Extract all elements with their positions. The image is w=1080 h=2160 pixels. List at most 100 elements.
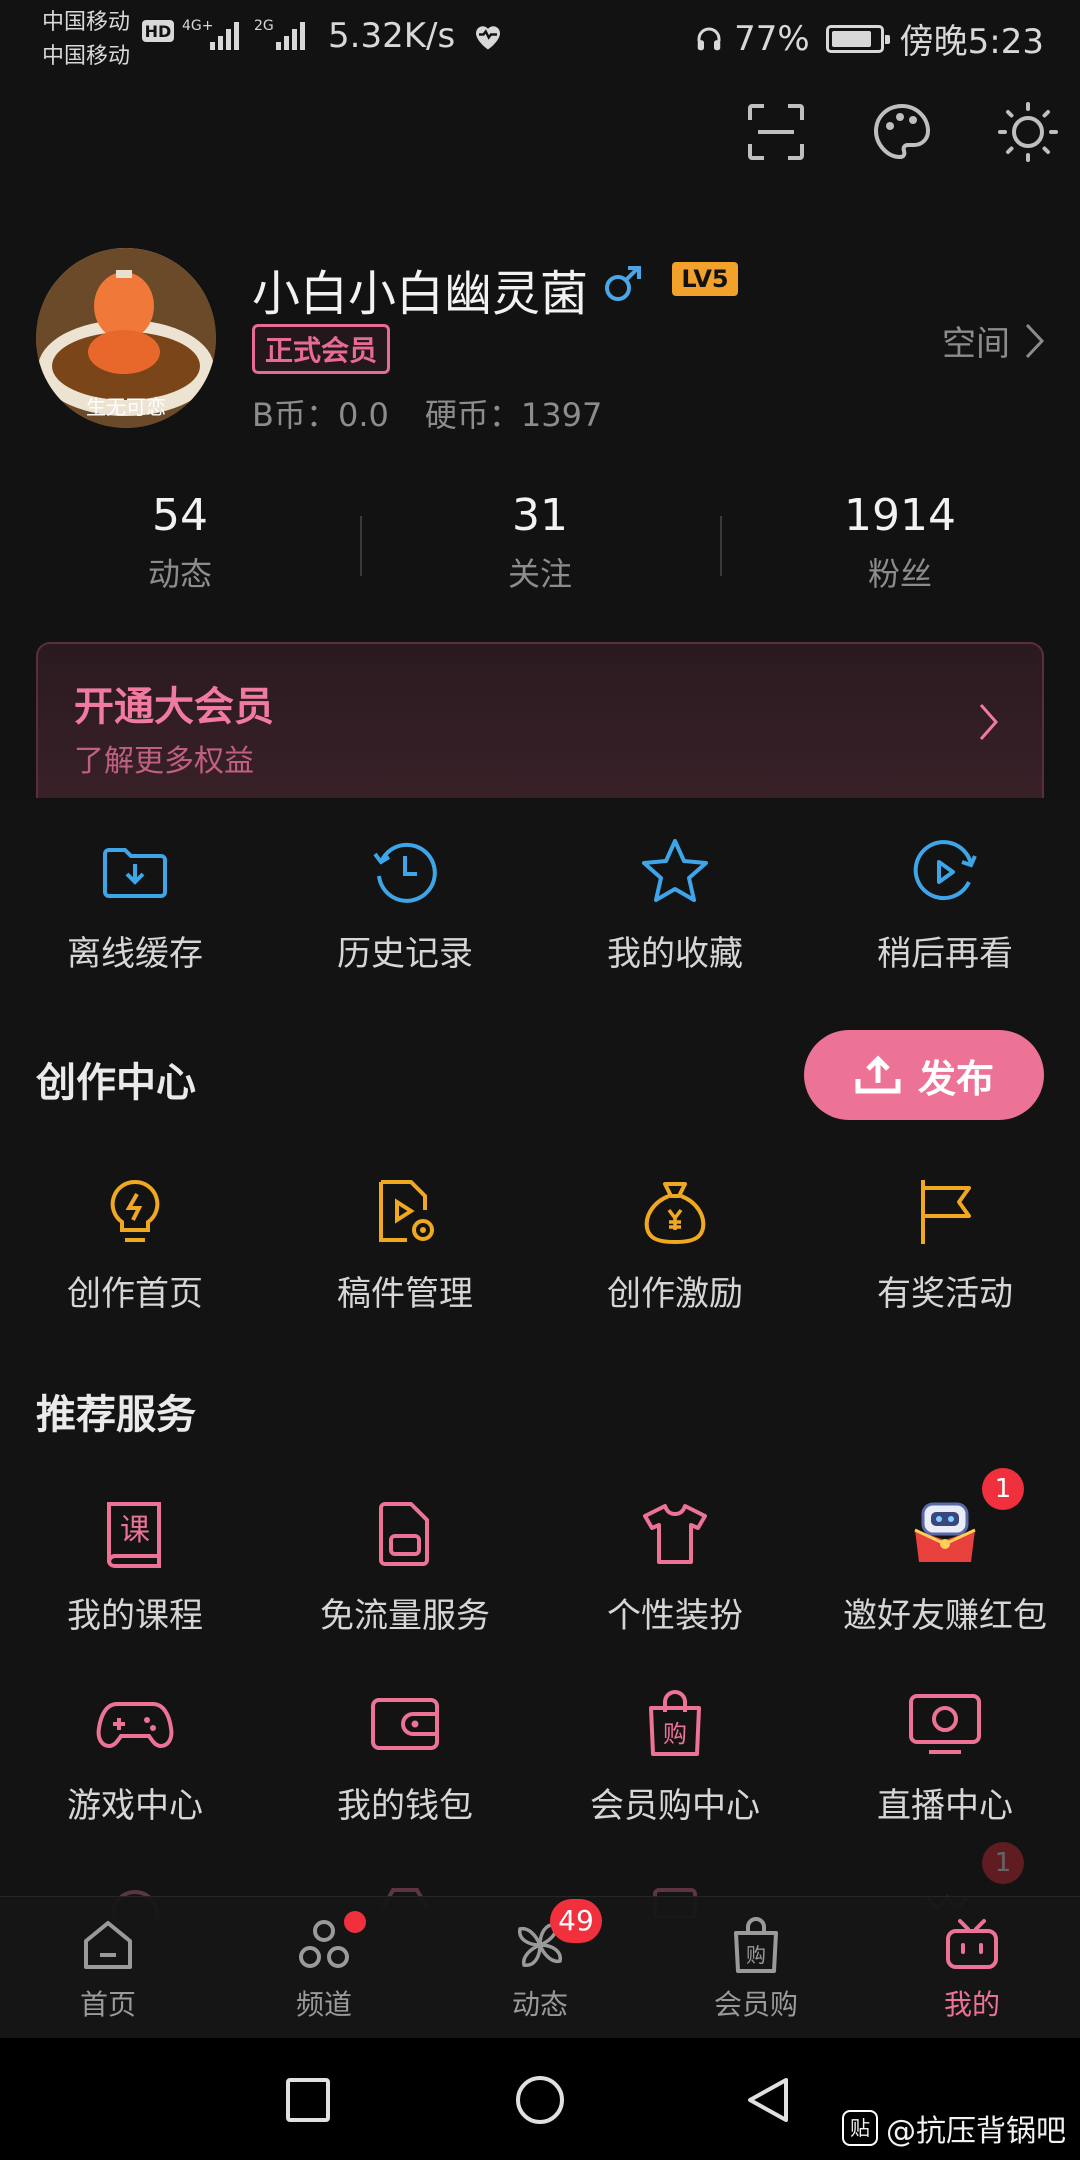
services-row-2: 游戏中心 我的钱包 购 会员购中心 直播中心 (0, 1688, 1080, 1827)
svg-text:购: 购 (746, 1943, 766, 1967)
service-label: 直播中心 (877, 1786, 1013, 1826)
battery-icon (825, 24, 890, 53)
tab-vip-shop[interactable]: 购 会员购 (648, 1897, 864, 2038)
creation-items: 创作首页 稿件管理 创作激励 有奖活动 (0, 1176, 1080, 1315)
bottom-tab-bar: 首页 频道 动态 49 购 会员购 我的 (0, 1896, 1080, 2038)
space-link[interactable]: 空间 (942, 316, 1046, 365)
home-circle-icon[interactable] (514, 2076, 566, 2128)
tab-channel[interactable]: 频道 (216, 1897, 432, 2038)
battery-percent: 77% (734, 18, 810, 59)
top-actions (744, 100, 1060, 164)
publish-button[interactable]: 发布 (804, 1030, 1044, 1120)
service-free-data[interactable]: 免流量服务 (270, 1498, 540, 1637)
notification-badge: 49 (550, 1899, 602, 1943)
creation-item-label: 有奖活动 (877, 1274, 1013, 1314)
watch-later-icon (913, 840, 977, 901)
svg-text:4G+: 4G+ (182, 18, 214, 34)
manuscript-icon (379, 1180, 434, 1242)
quick-watch-later[interactable]: 稍后再看 (810, 836, 1080, 975)
creation-center-title: 创作中心 (36, 1060, 196, 1106)
creation-home[interactable]: 创作首页 (0, 1176, 270, 1315)
night-mode-icon[interactable] (996, 100, 1060, 164)
svg-text:2G: 2G (254, 18, 274, 34)
tshirt-icon (643, 1504, 707, 1564)
wallet-icon (371, 1698, 439, 1750)
chevron-right-icon (979, 704, 999, 740)
service-live-center[interactable]: 直播中心 (810, 1688, 1080, 1827)
service-my-courses[interactable]: 课 我的课程 (0, 1498, 270, 1637)
quick-action-label: 我的收藏 (607, 934, 743, 974)
tab-label: 我的 (943, 1988, 1000, 2021)
history-clock-icon (373, 842, 437, 903)
status-bar: 中国移动 中国移动 HD 4G+ 2G 5.32K/s 77% 傍晚5:23 (0, 0, 1080, 80)
creation-item-label: 稿件管理 (337, 1274, 473, 1314)
service-game-center[interactable]: 游戏中心 (0, 1688, 270, 1827)
creation-incentive[interactable]: 创作激励 (540, 1176, 810, 1315)
net-speed: 5.32K/s (328, 16, 456, 56)
signal-4g-icon: 4G+ (182, 18, 239, 50)
vip-badge: 正式会员 (252, 324, 391, 374)
heart-rate-icon (476, 26, 500, 50)
hd-icon: HD (142, 20, 174, 42)
svg-text:课: 课 (120, 1513, 150, 1548)
live-tv-icon (909, 1694, 981, 1754)
carrier-2: 中国移动 (42, 44, 131, 69)
service-label: 游戏中心 (67, 1786, 203, 1826)
scan-icon[interactable] (744, 100, 808, 164)
creation-item-label: 创作激励 (607, 1274, 743, 1314)
stat-dynamics[interactable]: 54 动态 (0, 490, 360, 595)
stat-value: 31 (512, 490, 568, 541)
theme-palette-icon[interactable] (870, 100, 934, 164)
lightbulb-icon (110, 1179, 160, 1242)
red-envelope-mascot-icon (914, 1502, 976, 1562)
b-coin: B币：0.0 (252, 396, 389, 434)
main-content: 离线缓存 历史记录 我的收藏 稍后再看 创作中心 发布 创作首页 稿件管理 创作… (0, 798, 1080, 1918)
svg-text:购: 购 (663, 1720, 687, 1748)
tab-label: 动态 (511, 1988, 568, 2021)
notification-badge: 1 (982, 1468, 1024, 1510)
stat-followers[interactable]: 1914 粉丝 (720, 490, 1080, 595)
shopping-bag-icon: 购 (649, 1690, 701, 1756)
services-row-1: 课 我的课程 免流量服务 个性装扮 邀好友赚红包 1 (0, 1468, 1080, 1637)
service-invite-friends[interactable]: 邀好友赚红包 1 (810, 1468, 1080, 1637)
tab-dynamics[interactable]: 动态 49 (432, 1897, 648, 2038)
service-wallet[interactable]: 我的钱包 (270, 1688, 540, 1827)
stat-label: 粉丝 (867, 555, 932, 593)
service-vip-shop[interactable]: 购 会员购中心 (540, 1688, 810, 1827)
tab-mine[interactable]: 我的 (864, 1897, 1080, 2038)
tieba-logo-icon: 贴 (842, 2110, 878, 2146)
notification-badge: 1 (982, 1842, 1024, 1884)
avatar[interactable]: 生无可恋 (36, 248, 216, 428)
service-label: 免流量服务 (320, 1596, 490, 1636)
back-triangle-icon[interactable] (744, 2076, 792, 2124)
chevron-right-icon (1025, 323, 1045, 358)
recent-apps-icon[interactable] (284, 2076, 332, 2124)
service-dress-up[interactable]: 个性装扮 (540, 1498, 810, 1637)
creation-activities[interactable]: 有奖活动 (810, 1176, 1080, 1315)
stat-value: 1914 (844, 490, 956, 541)
clock: 傍晚5:23 (899, 22, 1044, 62)
quick-action-label: 离线缓存 (67, 934, 203, 974)
creation-item-label: 创作首页 (67, 1274, 203, 1314)
tab-label: 会员购 (713, 1988, 798, 2021)
status-right: 77% 傍晚5:23 (694, 14, 1044, 63)
tv-mascot-icon (946, 1919, 998, 1969)
hard-coin: 硬币：1397 (424, 396, 603, 434)
vip-card[interactable]: 开通大会员 了解更多权益 (36, 642, 1044, 812)
quick-action-label: 稍后再看 (877, 934, 1013, 974)
quick-action-label: 历史记录 (337, 934, 473, 974)
coin-info: B币：0.0 硬币：1397 (252, 390, 602, 436)
vip-card-subtitle: 了解更多权益 (74, 744, 254, 779)
quick-offline-cache[interactable]: 离线缓存 (0, 836, 270, 975)
service-label: 邀好友赚红包 (843, 1596, 1047, 1636)
quick-history[interactable]: 历史记录 (270, 836, 540, 975)
services-title: 推荐服务 (36, 1392, 196, 1438)
publish-label: 发布 (917, 1056, 994, 1101)
level-badge: LV5 (672, 262, 738, 296)
creation-manuscripts[interactable]: 稿件管理 (270, 1176, 540, 1315)
stat-following[interactable]: 31 关注 (360, 490, 720, 595)
stats-row: 54 动态 31 关注 1914 粉丝 (0, 490, 1080, 595)
quick-favorites[interactable]: 我的收藏 (540, 836, 810, 975)
tab-home[interactable]: 首页 (0, 1897, 216, 2038)
vip-card-title: 开通大会员 (74, 684, 274, 730)
